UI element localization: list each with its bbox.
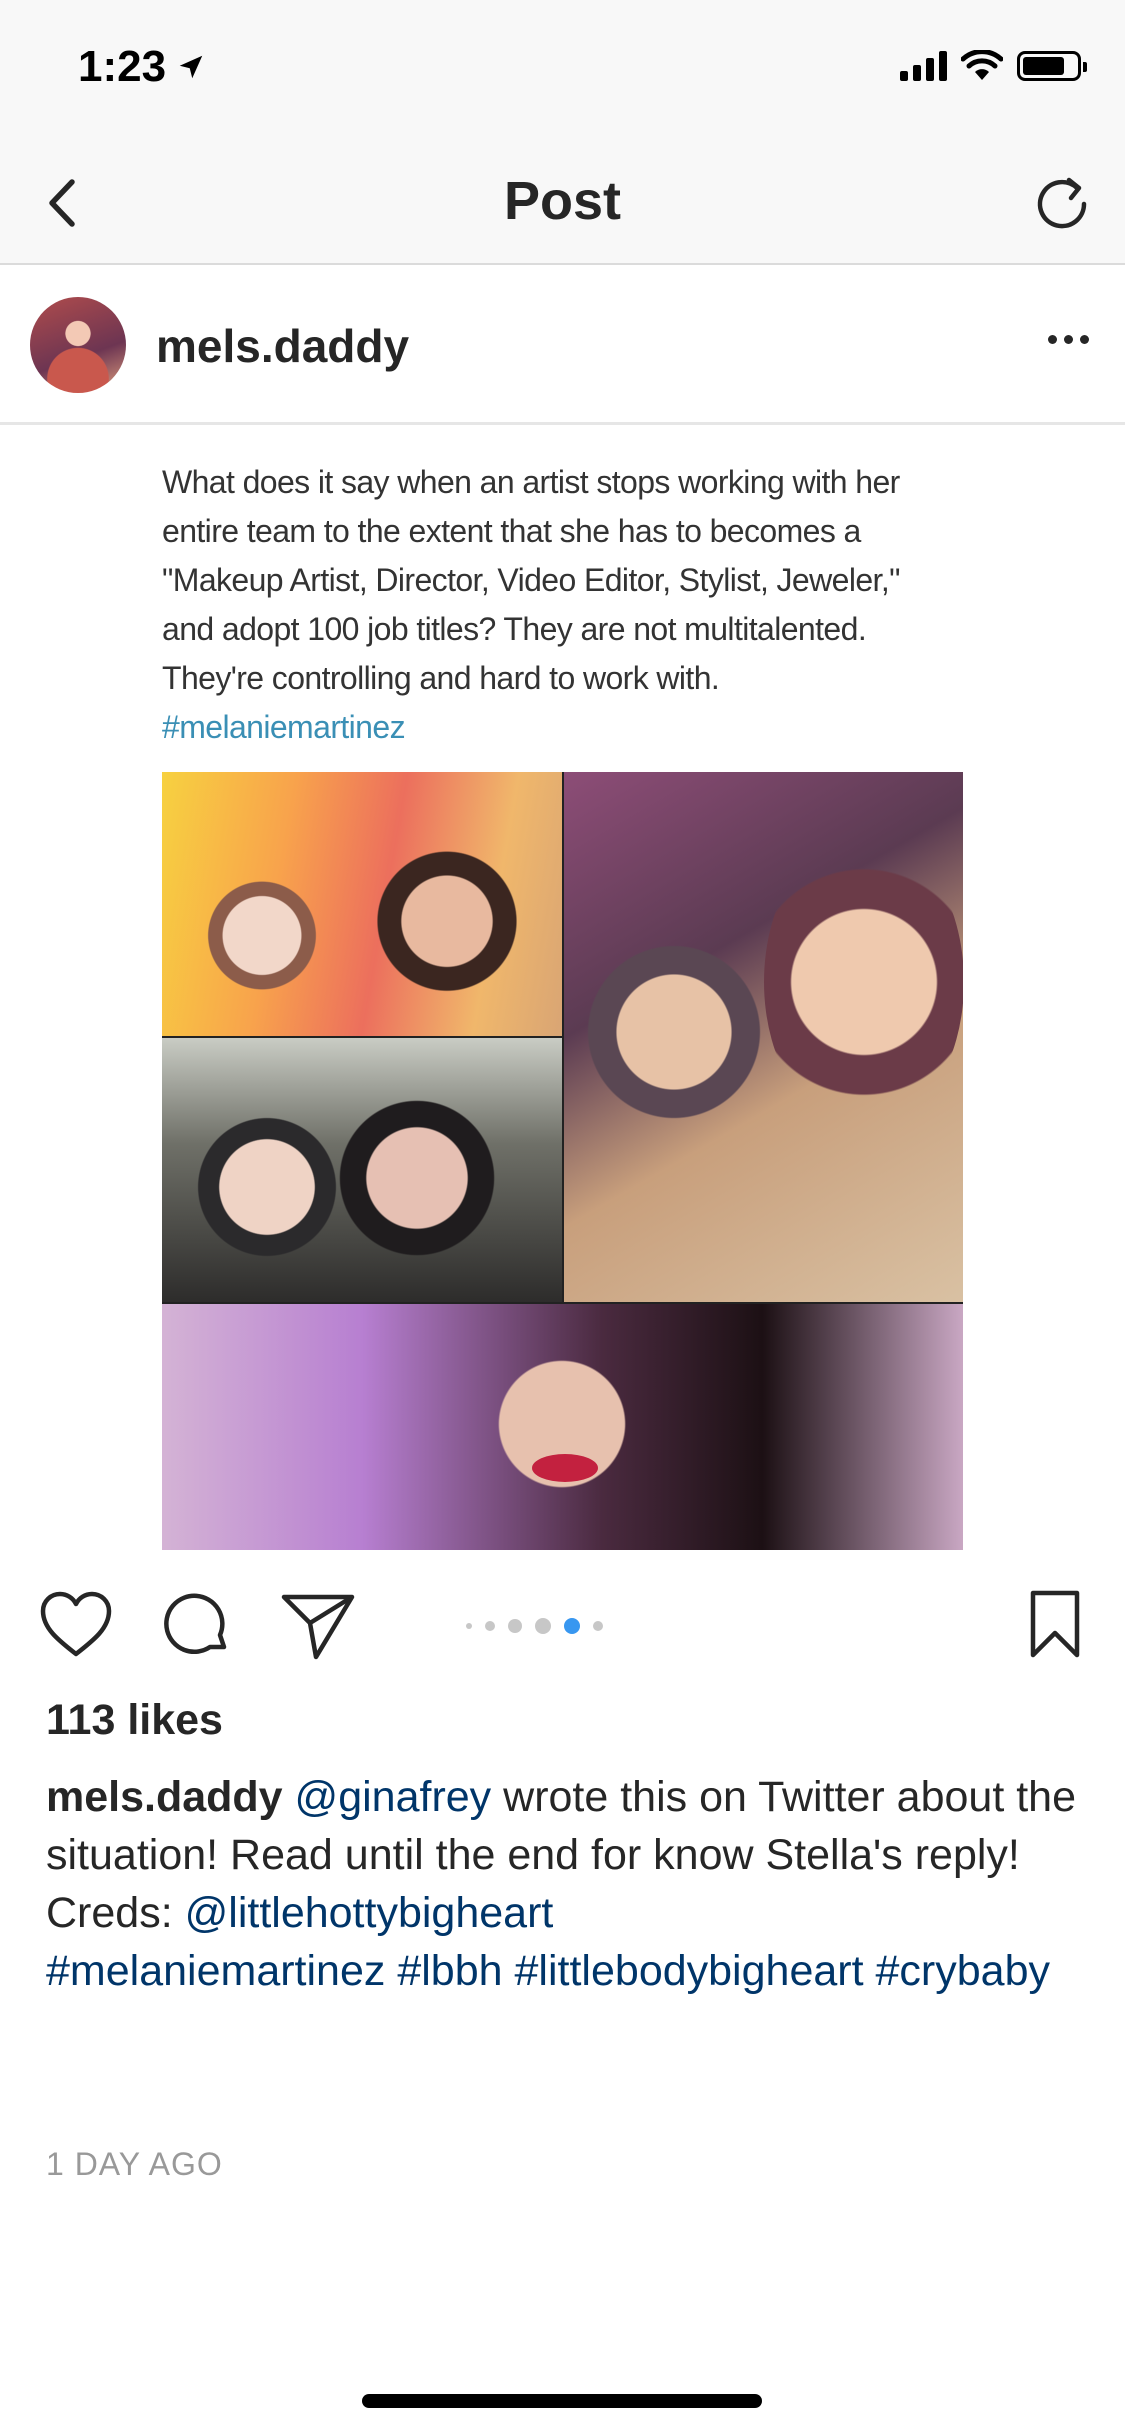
heart-icon bbox=[40, 1591, 112, 1657]
image-text: What does it say when an artist stops wo… bbox=[162, 458, 982, 752]
image-hashtag: #melaniemartinez bbox=[162, 709, 406, 745]
carousel-dot bbox=[508, 1619, 522, 1633]
carousel-dot bbox=[485, 1621, 495, 1631]
page-title: Post bbox=[503, 171, 622, 231]
paper-plane-icon bbox=[281, 1594, 355, 1660]
location-arrow-icon bbox=[179, 55, 203, 79]
hashtag-link[interactable]: #lbbh bbox=[397, 1947, 502, 1995]
action-bar bbox=[0, 1565, 1125, 1680]
image-text-line: and adopt 100 job titles? They are not m… bbox=[162, 611, 867, 647]
collage-photo-1 bbox=[162, 772, 562, 1036]
save-button[interactable] bbox=[1015, 1585, 1095, 1665]
bookmark-icon bbox=[1030, 1590, 1080, 1658]
creds-label: Creds: bbox=[46, 1889, 185, 1937]
image-text-line: "Makeup Artist, Director, Video Editor, … bbox=[162, 562, 900, 598]
collage-photo-3 bbox=[162, 1038, 562, 1302]
creds-mention[interactable]: @littlehottybigheart bbox=[185, 1889, 554, 1937]
caption: mels.daddy @ginafrey wrote this on Twitt… bbox=[46, 1768, 1086, 2000]
comment-button[interactable] bbox=[158, 1585, 238, 1665]
post-image[interactable]: What does it say when an artist stops wo… bbox=[0, 428, 1125, 1550]
wifi-icon bbox=[961, 50, 1003, 80]
image-text-line: They're controlling and hard to work wit… bbox=[162, 660, 720, 696]
share-button[interactable] bbox=[278, 1585, 358, 1665]
more-options-button[interactable] bbox=[1048, 325, 1089, 354]
status-time: 1:23 bbox=[78, 42, 206, 92]
image-text-line: entire team to the extent that she has t… bbox=[162, 513, 861, 549]
refresh-icon bbox=[1037, 177, 1087, 229]
battery-icon bbox=[1017, 51, 1087, 81]
caption-username[interactable]: mels.daddy bbox=[46, 1773, 283, 1821]
nav-bar: Post bbox=[0, 140, 1125, 265]
like-button[interactable] bbox=[36, 1585, 116, 1665]
status-icons bbox=[900, 50, 1087, 82]
home-indicator[interactable] bbox=[362, 2394, 762, 2408]
likes-count[interactable]: 113 likes bbox=[46, 1696, 223, 1745]
comment-icon bbox=[164, 1593, 227, 1655]
caption-mention[interactable]: @ginafrey bbox=[295, 1773, 492, 1821]
carousel-dot bbox=[466, 1623, 472, 1629]
collage-photo-2 bbox=[564, 772, 963, 1302]
post-username[interactable]: mels.daddy bbox=[156, 319, 409, 373]
hashtag-link[interactable]: #crybaby bbox=[876, 1947, 1050, 1995]
refresh-button[interactable] bbox=[1027, 166, 1097, 236]
carousel-dot-active bbox=[564, 1618, 580, 1634]
hashtag-link[interactable]: #littlebodybigheart bbox=[515, 1947, 864, 1995]
carousel-indicator bbox=[466, 1618, 603, 1634]
clock-text: 1:23 bbox=[78, 42, 167, 91]
signal-icon bbox=[900, 51, 947, 81]
post-timestamp: 1 DAY AGO bbox=[46, 2146, 223, 2182]
photo-collage bbox=[162, 772, 963, 1550]
hashtag-link[interactable]: #melaniemartinez bbox=[46, 1947, 385, 1995]
status-bar: 1:23 bbox=[0, 0, 1125, 140]
post-header: mels.daddy bbox=[0, 267, 1125, 425]
avatar[interactable] bbox=[30, 297, 126, 393]
collage-photo-4 bbox=[162, 1304, 963, 1550]
carousel-dot bbox=[535, 1618, 551, 1634]
carousel-dot bbox=[593, 1621, 603, 1631]
image-text-line: What does it say when an artist stops wo… bbox=[162, 464, 900, 500]
